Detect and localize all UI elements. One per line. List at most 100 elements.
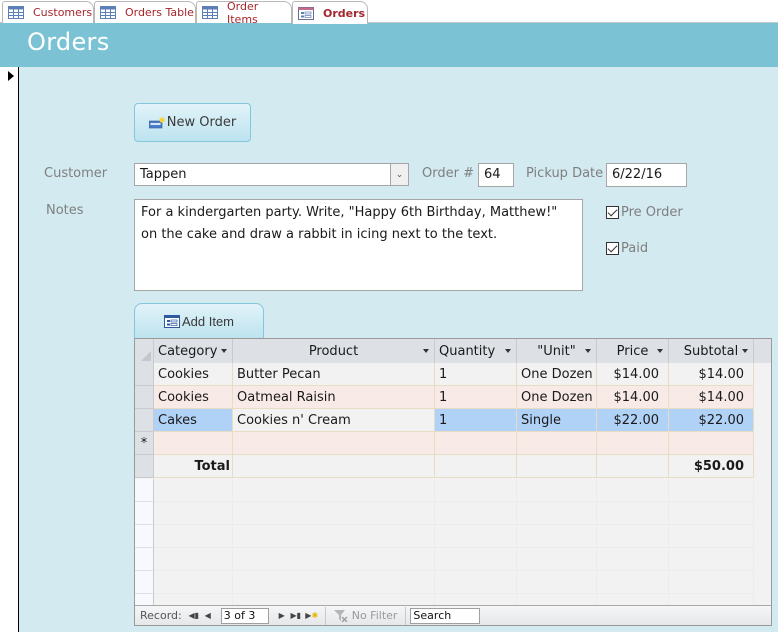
column-header-quantity[interactable]: Quantity (435, 339, 517, 363)
new-record-row[interactable]: * (135, 432, 771, 455)
new-record-icon[interactable]: * (135, 432, 154, 455)
cell-quantity[interactable]: 1 (435, 386, 517, 409)
row-selector (135, 502, 154, 525)
pre-order-label: Pre Order (621, 205, 683, 220)
column-header-price[interactable]: Price (597, 339, 669, 363)
cell-unit[interactable]: One Dozen (517, 363, 597, 386)
previous-record-button[interactable]: ◀ (201, 611, 215, 620)
current-record-field[interactable]: 3 of 3 (220, 607, 269, 624)
cell-category[interactable]: Cakes (154, 409, 233, 432)
row-selector[interactable] (135, 386, 154, 409)
cell-unit[interactable] (517, 432, 597, 455)
cell-quantity[interactable] (435, 432, 517, 455)
tab-orders[interactable]: Orders (292, 1, 368, 24)
form-icon (298, 6, 314, 20)
cell-quantity[interactable]: 1 (435, 363, 517, 386)
cell-product[interactable] (233, 432, 435, 455)
row-selector[interactable] (135, 409, 154, 432)
chevron-down-icon[interactable]: ⌄ (390, 164, 408, 185)
column-header-unit[interactable]: "Unit" (517, 339, 597, 363)
select-all-corner[interactable] (135, 339, 154, 363)
table-icon (100, 6, 116, 19)
column-header-product[interactable]: Product (233, 339, 435, 363)
customer-value: Tappen (140, 167, 187, 182)
cell-subtotal[interactable]: $14.00 (669, 363, 754, 386)
divider (405, 606, 407, 625)
cell-quantity[interactable]: 1 (435, 409, 517, 432)
next-record-button[interactable]: ▶ (275, 611, 289, 620)
row-selector (135, 571, 154, 594)
form-icon (163, 314, 180, 328)
filter-label: No Filter (351, 609, 398, 622)
table-row[interactable]: Cookies Oatmeal Raisin 1 One Dozen $14.0… (135, 386, 771, 409)
cell-category[interactable] (154, 432, 233, 455)
order-items-datasheet: Category Product Quantity "Unit" Price S… (134, 338, 772, 626)
column-header-category[interactable]: Category (154, 339, 233, 363)
search-input[interactable]: Search (410, 607, 481, 624)
column-dropdown-icon[interactable] (742, 349, 748, 353)
row-selector[interactable] (135, 363, 154, 386)
order-number-field[interactable]: 64 (478, 163, 514, 187)
column-dropdown-icon[interactable] (585, 349, 591, 353)
column-dropdown-icon[interactable] (221, 349, 227, 353)
total-value: $50.00 (669, 455, 754, 478)
cell-category[interactable]: Cookies (154, 386, 233, 409)
paid-checkbox-row[interactable]: Paid (606, 241, 648, 256)
tab-customers[interactable]: Customers (2, 1, 94, 23)
tab-label: Customers (33, 6, 93, 19)
pickup-date-label: Pickup Date (526, 166, 604, 181)
cell-subtotal[interactable]: $22.00 (669, 409, 754, 432)
record-label: Record: (140, 609, 182, 622)
record-selector[interactable] (0, 67, 19, 632)
cell-product[interactable]: Butter Pecan (233, 363, 435, 386)
customer-label: Customer (44, 166, 108, 181)
filter-icon (333, 609, 348, 622)
cell-unit[interactable]: Single (517, 409, 597, 432)
cell-category[interactable]: Cookies (154, 363, 233, 386)
new-record-icon (148, 116, 165, 128)
divider (324, 606, 326, 625)
table-row-selected[interactable]: Cakes Cookies n' Cream 1 Single $22.00 $… (135, 409, 771, 432)
record-navigation-bar: Record: ◀▮ ◀ 3 of 3 ▶ ▶▮ ▶✱ No Filter Se… (135, 605, 771, 625)
tab-order-items[interactable]: Order Items (196, 0, 292, 26)
pickup-date-field[interactable]: 6/22/16 (606, 163, 687, 187)
column-dropdown-icon[interactable] (505, 349, 511, 353)
sort-ascending-icon[interactable] (657, 349, 663, 353)
form-title: Orders (27, 28, 110, 56)
notes-field[interactable]: For a kindergarten party. Write, "Happy … (134, 199, 583, 291)
add-item-button[interactable]: Add Item (134, 303, 264, 338)
total-empty-cell (517, 455, 597, 478)
filter-toggle-button[interactable]: No Filter (330, 609, 402, 622)
cell-subtotal[interactable] (669, 432, 754, 455)
column-dropdown-icon[interactable] (423, 349, 429, 353)
cell-price[interactable]: $22.00 (597, 409, 669, 432)
new-order-button[interactable]: New Order (134, 103, 251, 142)
tab-orders-table[interactable]: Orders Table (94, 1, 196, 23)
cell-price[interactable] (597, 432, 669, 455)
cell-unit[interactable]: One Dozen (517, 386, 597, 409)
pre-order-checkbox-row[interactable]: Pre Order (606, 205, 683, 220)
paid-checkbox[interactable] (606, 242, 619, 255)
cell-subtotal[interactable]: $14.00 (669, 386, 754, 409)
total-row: Total $50.00 (135, 455, 771, 478)
customer-combobox[interactable]: Tappen ⌄ (134, 163, 409, 186)
pre-order-checkbox[interactable] (606, 206, 619, 219)
total-empty-cell (435, 455, 517, 478)
paid-label: Paid (621, 241, 649, 256)
new-record-button[interactable]: ▶✱ (303, 611, 321, 620)
cell-product[interactable]: Cookies n' Cream (233, 409, 435, 432)
datasheet-header: Category Product Quantity "Unit" Price S… (135, 339, 771, 363)
cell-price[interactable]: $14.00 (597, 363, 669, 386)
first-record-button[interactable]: ◀▮ (187, 611, 201, 620)
row-selector (135, 525, 154, 548)
cell-product[interactable]: Oatmeal Raisin (233, 386, 435, 409)
column-header-subtotal[interactable]: Subtotal (669, 339, 754, 363)
new-order-label: New Order (166, 115, 237, 130)
total-empty-cell (233, 455, 435, 478)
tab-label: Orders Table (125, 6, 194, 19)
row-selector (135, 455, 154, 478)
table-row[interactable]: Cookies Butter Pecan 1 One Dozen $14.00 … (135, 363, 771, 386)
last-record-button[interactable]: ▶▮ (289, 611, 303, 620)
cell-price[interactable]: $14.00 (597, 386, 669, 409)
add-item-label: Add Item (181, 313, 235, 329)
